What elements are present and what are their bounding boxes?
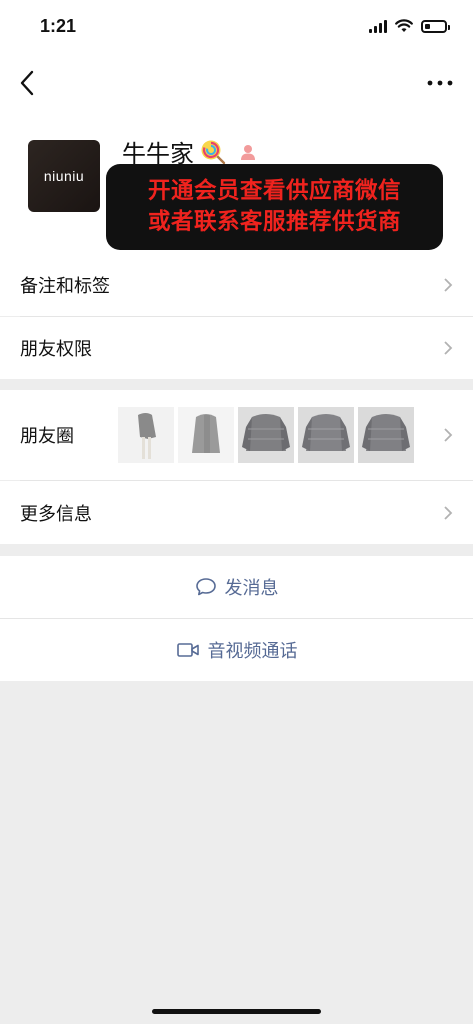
- video-call-label: 音视频通话: [207, 641, 298, 662]
- chevron-right-icon: [444, 341, 453, 355]
- chat-bubble-icon: [195, 578, 216, 596]
- home-indicator[interactable]: [152, 1009, 321, 1014]
- video-camera-icon: [176, 643, 199, 657]
- moments-photo: [358, 407, 414, 463]
- chevron-left-icon: [20, 70, 34, 96]
- wifi-icon: [395, 19, 413, 32]
- moments-photo: [178, 407, 234, 463]
- more-button[interactable]: [425, 68, 455, 98]
- more-info-cell[interactable]: 更多信息: [0, 481, 473, 544]
- moments-photo: [118, 407, 174, 463]
- promo-line-1: 开通会员查看供应商微信: [147, 178, 401, 204]
- battery-level: [425, 23, 430, 29]
- avatar[interactable]: niuniu: [28, 140, 100, 212]
- status-icons: [369, 19, 450, 33]
- moments-photo: [298, 407, 354, 463]
- remarks-tags-cell[interactable]: 备注和标签: [0, 254, 473, 316]
- promo-overlay: 开通会员查看供应商微信 或者联系客服推荐供货商: [106, 164, 443, 250]
- friend-permissions-cell[interactable]: 朋友权限: [0, 317, 473, 379]
- avatar-text: niuniu: [43, 168, 85, 184]
- status-time: 1:21: [40, 16, 77, 36]
- ellipsis-icon: [427, 80, 453, 86]
- moments-label: 朋友圈: [20, 426, 74, 447]
- promo-line-2: 或者联系客服推荐供货商: [147, 209, 401, 235]
- lollipop-icon: [201, 140, 226, 164]
- person-icon: [241, 144, 255, 160]
- battery-icon: [421, 19, 450, 33]
- moments-cell[interactable]: 朋友圈: [0, 390, 473, 480]
- nav-bar: [0, 56, 473, 112]
- back-button[interactable]: [14, 68, 44, 98]
- friend-permissions-label: 朋友权限: [20, 339, 92, 360]
- signal-icon: [369, 19, 387, 33]
- send-message-label: 发消息: [224, 578, 279, 599]
- chevron-right-icon: [444, 428, 453, 442]
- send-message-button[interactable]: 发消息: [0, 556, 473, 618]
- remarks-tags-label: 备注和标签: [20, 276, 110, 297]
- moments-photos: [118, 407, 414, 463]
- moments-photo: [238, 407, 294, 463]
- profile-header: niuniu 牛牛家 开通会员查看供应商微信 或者联系客服推荐供货商: [0, 112, 473, 254]
- video-call-button[interactable]: 音视频通话: [0, 619, 473, 681]
- status-bar: 1:21: [0, 0, 473, 56]
- chevron-right-icon: [444, 278, 453, 292]
- more-info-label: 更多信息: [20, 503, 92, 525]
- chevron-right-icon: [444, 505, 453, 520]
